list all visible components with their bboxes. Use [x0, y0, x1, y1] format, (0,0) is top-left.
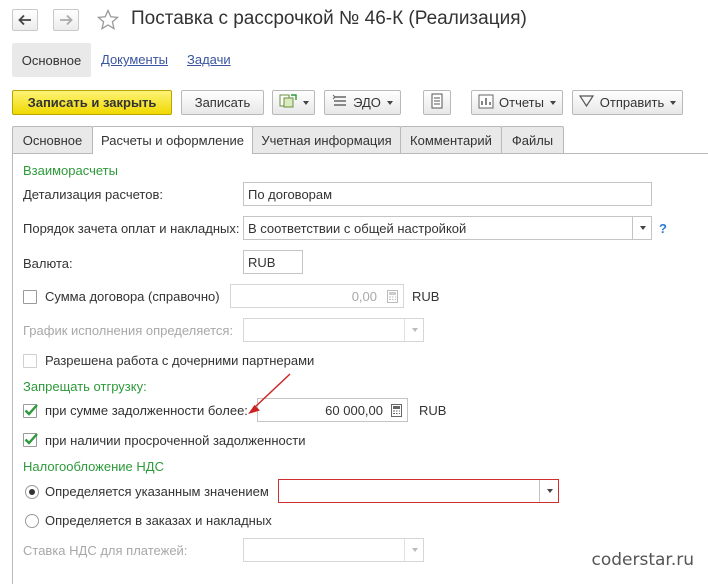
vat-select[interactable] — [278, 479, 559, 503]
currency-label: Валюта: — [23, 256, 73, 271]
subsidiaries-label: Разрешена работа с дочерними партнерами — [45, 353, 315, 368]
list-button[interactable] — [423, 90, 451, 115]
contract-sum-checkbox[interactable] — [23, 290, 37, 304]
reports-icon — [478, 94, 494, 112]
nav-main[interactable]: Основное — [12, 43, 91, 77]
vat-header: Налогообложение НДС — [23, 459, 164, 474]
arrow-left-icon — [18, 14, 32, 26]
chevron-down-icon — [670, 100, 677, 105]
debt-label: при сумме задолженности более: — [45, 403, 248, 418]
detail-label: Детализация расчетов: — [23, 187, 163, 202]
vat-option-specified-label: Определяется указанным значением — [45, 484, 269, 499]
ban-header: Запрещать отгрузку: — [23, 379, 147, 394]
reports-label: Отчеты — [499, 95, 544, 110]
settlements-header: Взаиморасчеты — [23, 163, 118, 178]
debt-checkbox[interactable] — [23, 404, 38, 418]
window-title: Поставка с рассрочкой № 46-К (Реализация… — [131, 8, 527, 29]
overdue-label: при наличии просроченной задолженности — [45, 433, 306, 448]
chevron-down-icon — [549, 100, 556, 105]
vat-rate-label: Ставка НДС для платежей: — [23, 543, 188, 558]
save-button[interactable]: Записать — [181, 90, 264, 115]
tab-main[interactable]: Основное — [12, 126, 93, 153]
send-button[interactable]: Отправить — [572, 90, 683, 115]
annotation-arrow-icon — [248, 373, 291, 414]
chevron-down-icon[interactable] — [539, 480, 558, 502]
tab-files[interactable]: Файлы — [501, 126, 564, 153]
offset-select[interactable]: В соответствии с общей настройкой — [243, 216, 652, 240]
back-button[interactable] — [12, 9, 38, 31]
debt-currency: RUB — [419, 403, 447, 418]
edo-label: ЭДО — [353, 95, 381, 110]
save-close-button[interactable]: Записать и закрыть — [12, 90, 172, 115]
vat-rate-select — [243, 538, 424, 562]
nav-tasks[interactable]: Задачи — [187, 52, 231, 67]
detail-field[interactable]: По договорам — [243, 182, 652, 206]
calculator-icon — [383, 285, 401, 307]
chevron-down-icon — [302, 100, 309, 105]
send-icon — [578, 95, 594, 110]
reports-button[interactable]: Отчеты — [471, 90, 563, 115]
watermark: coderstar.ru — [591, 550, 694, 570]
overdue-checkbox[interactable] — [23, 433, 38, 447]
currency-field[interactable]: RUB — [243, 250, 303, 274]
chevron-down-icon[interactable] — [632, 217, 651, 239]
debt-amount-value: 60 000,00 — [325, 402, 383, 418]
contract-sum-field: 0,00 — [230, 284, 404, 308]
forward-button[interactable] — [53, 9, 79, 31]
tab-settlements[interactable]: Расчеты и оформление — [92, 126, 253, 154]
list-icon — [431, 93, 443, 112]
currency-value: RUB — [248, 254, 276, 270]
offset-label: Порядок зачета оплат и накладных: — [23, 221, 240, 236]
schedule-label: График исполнения определяется: — [23, 323, 234, 338]
schedule-select — [243, 318, 424, 342]
contract-sum-value: 0,00 — [351, 288, 377, 304]
contract-sum-label: Сумма договора (справочно) — [45, 289, 220, 304]
edo-icon — [332, 94, 348, 111]
create-based-button[interactable] — [272, 90, 315, 115]
contract-sum-currency: RUB — [412, 289, 440, 304]
tab-comment[interactable]: Комментарий — [400, 126, 502, 153]
checkmark-icon — [24, 433, 38, 445]
vat-option-orders-label: Определяется в заказах и накладных — [45, 513, 272, 528]
vat-option-orders-radio[interactable] — [25, 514, 39, 528]
star-icon[interactable] — [96, 8, 120, 32]
chevron-down-icon — [404, 539, 423, 561]
edo-button[interactable]: ЭДО — [324, 90, 401, 115]
create-based-icon — [279, 93, 297, 112]
nav-documents[interactable]: Документы — [101, 52, 168, 67]
chevron-down-icon — [386, 100, 393, 105]
arrow-right-icon — [59, 14, 73, 26]
detail-value: По договорам — [248, 186, 333, 202]
vat-option-specified-radio[interactable] — [25, 485, 39, 499]
send-label: Отправить — [599, 95, 665, 110]
chevron-down-icon — [404, 319, 423, 341]
checkmark-icon — [24, 404, 38, 416]
tab-accounting[interactable]: Учетная информация — [252, 126, 401, 153]
help-icon[interactable]: ? — [659, 221, 667, 236]
calculator-icon[interactable] — [387, 399, 405, 421]
subsidiaries-checkbox[interactable] — [23, 354, 37, 368]
offset-value: В соответствии с общей настройкой — [248, 220, 467, 236]
